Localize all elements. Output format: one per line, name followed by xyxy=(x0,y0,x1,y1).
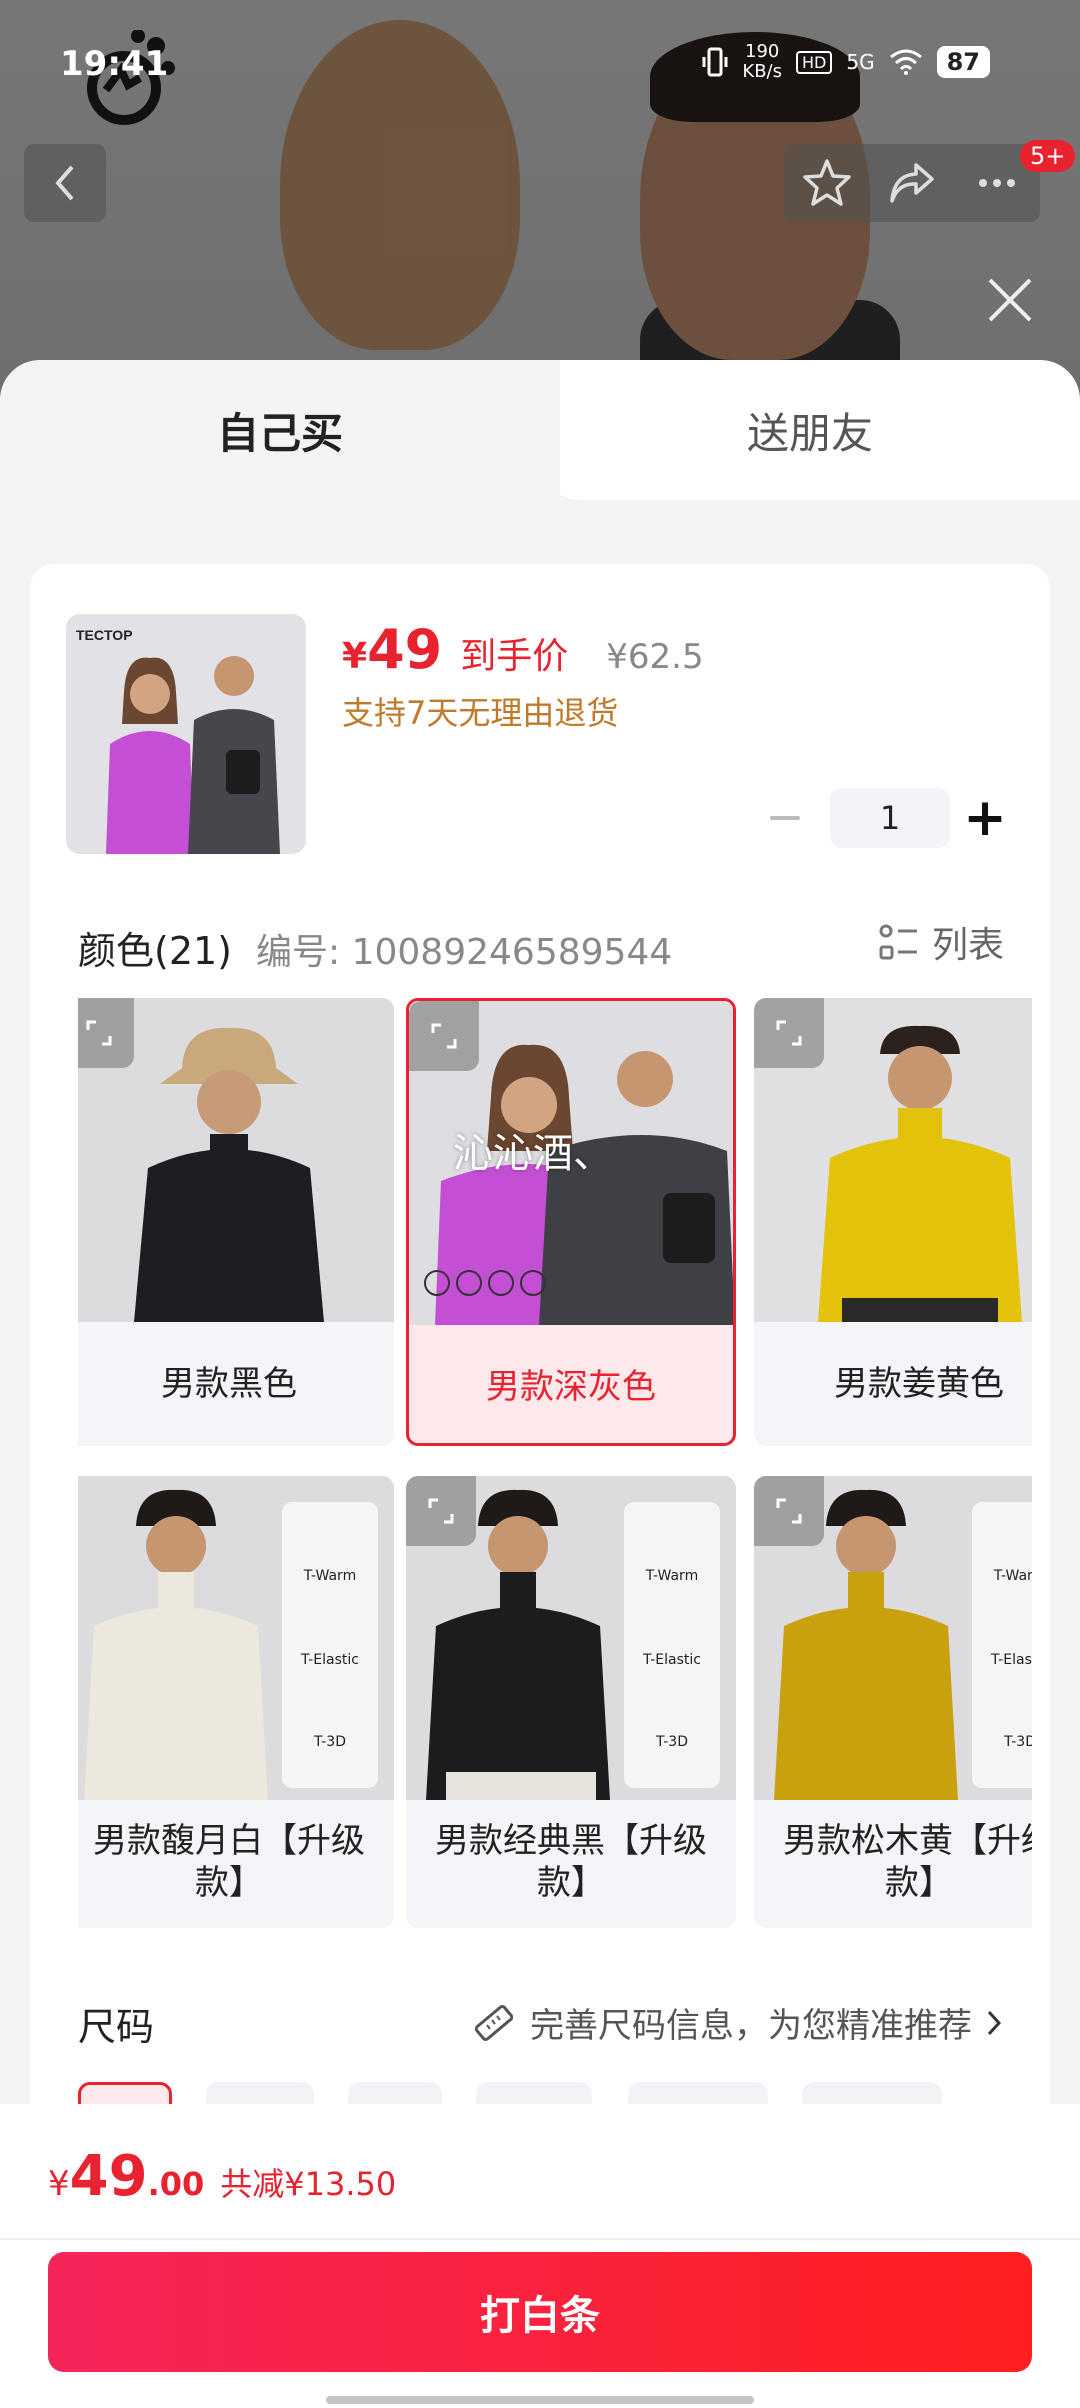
list-view-toggle[interactable]: 列表 xyxy=(878,916,1004,968)
svg-text:T-Elastic: T-Elastic xyxy=(990,1652,1032,1668)
buy-with-credit-button[interactable]: 打白条 xyxy=(48,2252,1032,2372)
sku-selector-sheet: 送朋友 自己买 TECTOP ¥49 到手价 ¥62.5 支持7天无理由退货 1 xyxy=(0,360,1080,2408)
product-thumbnail[interactable]: TECTOP xyxy=(66,614,306,854)
color-option-selected[interactable]: 沁沁酒、 男款深灰色 xyxy=(406,998,736,1446)
svg-text:T-Warm: T-Warm xyxy=(993,1568,1032,1584)
final-price: ¥49 xyxy=(342,618,443,681)
color-option-label: 男款黑色 xyxy=(161,1364,297,1404)
wifi-icon xyxy=(889,49,922,75)
thumbnail-logo-text: TECTOP xyxy=(76,627,133,643)
close-icon[interactable] xyxy=(980,270,1040,330)
svg-text:T-3D: T-3D xyxy=(655,1734,688,1750)
hd-icon: HD xyxy=(796,50,833,74)
color-option[interactable]: T-Warm T-Elastic T-3D 男款馥月白【升级款】 xyxy=(78,1476,394,1928)
svg-text:T-Warm: T-Warm xyxy=(303,1568,356,1584)
color-option-label: 男款经典黑【升级款】 xyxy=(435,1821,707,1903)
ruler-icon xyxy=(474,2004,514,2041)
expand-image-button[interactable] xyxy=(78,998,134,1068)
size-recommend-text: 完善尺码信息，为您精准推荐 xyxy=(530,2006,972,2046)
svg-text:T-Elastic: T-Elastic xyxy=(300,1652,359,1668)
color-option-label: 男款姜黄色 xyxy=(834,1364,1004,1404)
product-code: 编号: 10089246589544 xyxy=(256,932,673,973)
more-icon[interactable] xyxy=(971,157,1023,209)
expand-image-button[interactable] xyxy=(754,1476,824,1546)
color-option-label: 男款馥月白【升级款】 xyxy=(93,1821,365,1903)
svg-text:T-3D: T-3D xyxy=(313,1734,346,1750)
returns-policy: 支持7天无理由退货 xyxy=(342,694,619,732)
network-type: 5G xyxy=(846,50,875,74)
vibrate-icon xyxy=(702,47,728,77)
tab-buy-self-label: 自己买 xyxy=(216,408,343,458)
expand-icon xyxy=(86,1020,112,1046)
color-option[interactable]: T-Warm T-Elastic T-3D 男款松木黄【升级款】 xyxy=(754,1476,1032,1928)
expand-image-button[interactable] xyxy=(409,1001,479,1071)
expand-image-button[interactable] xyxy=(406,1476,476,1546)
size-recommend-link[interactable]: 完善尺码信息，为您精准推荐 xyxy=(470,1998,1004,2047)
battery-indicator: 87 xyxy=(936,46,990,78)
quantity-increase-button[interactable]: + xyxy=(950,786,1020,850)
color-section-title: 颜色(21) xyxy=(78,929,233,973)
color-option[interactable]: 男款姜黄色 xyxy=(754,998,1032,1446)
svg-text:T-Warm: T-Warm xyxy=(645,1568,698,1584)
svg-text:T-Elastic: T-Elastic xyxy=(642,1652,701,1668)
minus-icon xyxy=(770,816,800,820)
home-indicator[interactable] xyxy=(326,2396,754,2404)
network-speed: 190 KB/s xyxy=(742,41,782,82)
purchase-mode-tabs: 送朋友 自己买 xyxy=(0,360,1080,500)
final-price-label: 到手价 xyxy=(460,636,569,677)
list-view-label: 列表 xyxy=(931,925,1004,966)
product-thumbnail-image: TECTOP xyxy=(66,614,306,854)
status-time: 19:41 xyxy=(60,44,169,84)
svg-text:T-3D: T-3D xyxy=(1003,1734,1032,1750)
notification-badge: 5+ xyxy=(1020,140,1076,172)
expand-icon xyxy=(428,1498,454,1524)
chevron-left-icon xyxy=(55,165,74,201)
color-option-label: 男款深灰色 xyxy=(486,1367,656,1407)
expand-icon xyxy=(431,1023,457,1049)
expand-icon xyxy=(776,1020,802,1046)
top-action-bar xyxy=(784,144,1040,222)
total-price: ¥49.00 共减¥13.50 xyxy=(48,2144,397,2209)
price-row: ¥49 到手价 ¥62.5 xyxy=(342,618,704,681)
favorite-star-icon[interactable] xyxy=(801,157,853,209)
expand-image-button[interactable] xyxy=(754,998,824,1068)
chevron-right-icon xyxy=(987,2010,1002,2035)
color-option-label: 男款松木黄【升级款】 xyxy=(783,1821,1032,1903)
color-section-header: 颜色(21) 编号: 10089246589544 xyxy=(78,920,672,975)
total-saving: 共减¥13.50 xyxy=(220,2165,397,2203)
color-options-grid: 男款黑色 沁沁酒、 男款深灰色 男款姜黄色 T-Warm T-Elastic T… xyxy=(78,998,1032,1928)
checkout-bar: ¥49.00 共减¥13.50 打白条 xyxy=(0,2104,1080,2408)
expand-icon xyxy=(776,1498,802,1524)
original-price: ¥62.5 xyxy=(606,637,704,677)
size-section-title: 尺码 xyxy=(78,2005,155,2049)
color-option[interactable]: 男款黑色 xyxy=(78,998,394,1446)
color-option[interactable]: T-Warm T-Elastic T-3D 男款经典黑【升级款】 xyxy=(406,1476,736,1928)
tab-gift-friend[interactable]: 送朋友 xyxy=(540,360,1080,500)
image-watermark: 沁沁酒、 xyxy=(453,1131,613,1177)
quantity-input[interactable]: 1 xyxy=(830,788,950,848)
divider xyxy=(0,2238,1080,2240)
quantity-decrease-button[interactable] xyxy=(740,786,830,850)
share-icon[interactable] xyxy=(886,157,938,209)
list-icon xyxy=(879,924,917,960)
status-bar: 19:41 190 KB/s HD 5G 87 xyxy=(0,30,1080,100)
back-button[interactable] xyxy=(24,144,106,222)
quantity-stepper: 1 + xyxy=(740,786,1020,850)
color-option-image: T-Warm T-Elastic T-3D xyxy=(78,1476,394,1800)
tab-buy-self[interactable]: 自己买 xyxy=(0,360,560,500)
